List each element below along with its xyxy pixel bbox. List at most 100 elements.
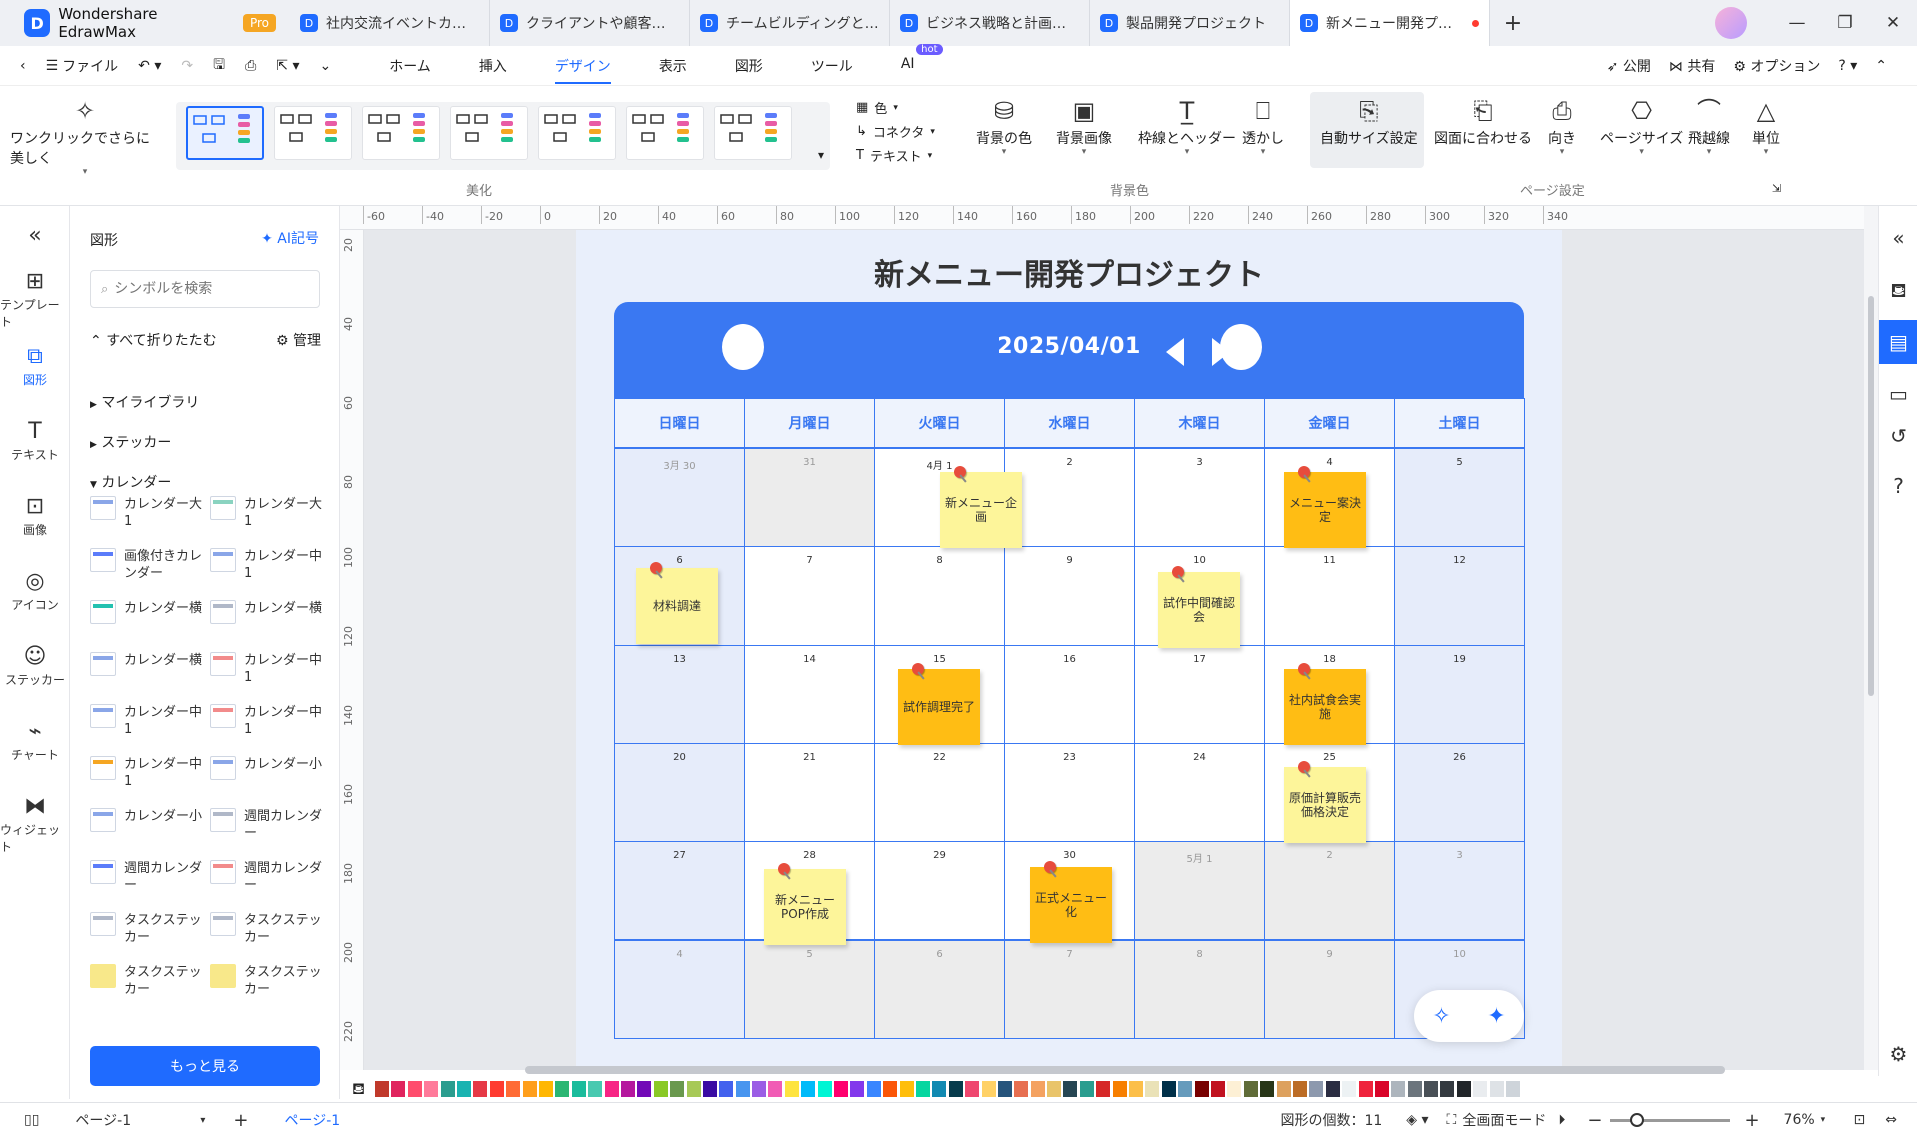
theme-thumbnail[interactable] — [714, 106, 792, 160]
new-tab-button[interactable]: + — [1490, 0, 1536, 46]
color-swatch[interactable] — [1424, 1081, 1439, 1097]
options-button[interactable]: ⚙ オプション — [1733, 56, 1820, 76]
color-swatch[interactable] — [1391, 1081, 1406, 1097]
rail-item-image[interactable]: ⊡ 画像 — [0, 493, 70, 538]
save-icon[interactable]: 🖫 — [203, 54, 235, 78]
calendar-day-cell[interactable]: 2 — [1004, 448, 1135, 548]
color-swatch[interactable] — [1358, 1081, 1373, 1097]
calendar-day-cell[interactable]: 14 — [744, 644, 875, 744]
page-tab[interactable]: ページ-1 — [285, 1110, 341, 1130]
zoom-knob[interactable] — [1630, 1112, 1645, 1127]
redo-icon[interactable]: ↷ — [171, 58, 203, 74]
symbol-search-input[interactable] — [114, 281, 295, 297]
library-header[interactable]: ▼ カレンダー — [90, 472, 171, 492]
document-tab[interactable]: D チームビルディングと人材... — [690, 0, 890, 46]
shape-item[interactable]: 週間カレンダー — [210, 808, 325, 842]
color-swatch[interactable] — [1325, 1081, 1340, 1097]
color-button[interactable]: ▦ 色 ▾ — [856, 98, 898, 117]
calendar-day-cell[interactable]: 31 — [744, 448, 875, 548]
shape-item[interactable]: カレンダー大1 — [90, 496, 205, 530]
calendar-day-cell[interactable]: 22 — [874, 742, 1005, 843]
color-swatch[interactable] — [883, 1081, 898, 1097]
shape-item[interactable]: タスクステッカー — [210, 964, 325, 998]
calendar-day-cell[interactable]: 8 — [874, 546, 1005, 646]
shape-item[interactable]: 週間カレンダー — [210, 860, 325, 894]
menu-tab[interactable]: 表示 — [659, 46, 687, 86]
manage-button[interactable]: ⚙ 管理 — [276, 330, 321, 350]
color-swatch[interactable] — [997, 1081, 1012, 1097]
color-swatch[interactable] — [1374, 1081, 1389, 1097]
color-swatch[interactable] — [1161, 1081, 1176, 1097]
fill-picker-icon[interactable]: ⛾ — [352, 1079, 365, 1100]
color-swatch[interactable] — [1473, 1081, 1488, 1097]
color-swatch[interactable] — [719, 1081, 734, 1097]
bg-color-button[interactable]: ⛁ 背景の色 ▾ — [976, 94, 1032, 157]
calendar-day-cell[interactable]: 16 — [1004, 644, 1135, 744]
expand-right-panel-icon[interactable]: « — [1879, 226, 1917, 250]
color-swatch[interactable] — [768, 1081, 783, 1097]
close-window-icon[interactable]: ✕ — [1869, 13, 1917, 33]
orientation-button[interactable]: ⎙ 向き ▾ — [1548, 94, 1576, 157]
color-swatch[interactable] — [653, 1081, 668, 1097]
document-tab[interactable]: D 社内交流イベントカレン... — [290, 0, 490, 46]
color-swatch[interactable] — [948, 1081, 963, 1097]
calendar-day-cell[interactable]: 9 — [1004, 546, 1135, 646]
color-swatch[interactable] — [637, 1081, 652, 1097]
play-icon[interactable]: ⏵ — [1558, 1112, 1565, 1128]
color-swatch[interactable] — [670, 1081, 685, 1097]
color-swatch[interactable] — [555, 1081, 570, 1097]
document-tab[interactable]: D 新メニュー開発プロジ... — [1290, 0, 1490, 46]
zoom-out-button[interactable]: − — [1587, 1110, 1602, 1131]
calendar-day-cell[interactable]: 6 — [874, 939, 1005, 1039]
color-swatch[interactable] — [1309, 1081, 1324, 1097]
theme-thumbnail[interactable] — [274, 106, 352, 160]
color-swatch[interactable] — [817, 1081, 832, 1097]
sticky-note[interactable]: 試作中間確認会 — [1158, 566, 1240, 649]
vertical-scrollbar[interactable] — [1864, 206, 1878, 1070]
menu-tab[interactable]: 図形 — [735, 46, 763, 86]
help-icon[interactable]: ? ▾ — [1838, 58, 1857, 74]
shape-item[interactable]: カレンダー中1 — [90, 704, 205, 738]
zoom-level[interactable]: 76% ▾ — [1784, 1112, 1834, 1128]
library-header[interactable]: ▶ ステッカー — [90, 432, 171, 452]
color-swatch[interactable] — [457, 1081, 472, 1097]
calendar-day-cell[interactable]: 8 — [1134, 939, 1265, 1039]
shape-item[interactable]: タスクステッカー — [90, 912, 205, 946]
color-swatch[interactable] — [932, 1081, 947, 1097]
menu-tab[interactable]: AI hot — [901, 43, 943, 86]
fit-width-icon[interactable]: ⇔ — [1885, 1112, 1897, 1128]
customize-icon[interactable]: ⌄ — [309, 58, 341, 74]
calendar-day-cell[interactable]: 9 — [1264, 939, 1395, 1039]
rail-item-chart[interactable]: ⌁ チャート — [0, 718, 70, 763]
color-swatch[interactable] — [1030, 1081, 1045, 1097]
menu-tab[interactable]: ツール — [811, 46, 853, 86]
calendar-day-cell[interactable]: 24 — [1134, 742, 1265, 843]
color-swatch[interactable] — [424, 1081, 439, 1097]
layers-icon[interactable]: ◈ ▾ — [1406, 1112, 1428, 1128]
shape-item[interactable]: 週間カレンダー — [90, 860, 205, 894]
calendar-day-cell[interactable]: 3月 30 — [614, 448, 745, 548]
color-swatch[interactable] — [850, 1081, 865, 1097]
shape-item[interactable]: タスクステッカー — [210, 912, 325, 946]
color-swatch[interactable] — [1211, 1081, 1225, 1097]
page-panel-toggle-icon[interactable]: ▯▯ — [24, 1112, 39, 1128]
publish-button[interactable]: ➶ 公開 — [1607, 56, 1651, 76]
calendar-day-cell[interactable]: 21 — [744, 742, 875, 843]
calendar-day-cell[interactable]: 3 — [1134, 448, 1265, 548]
bg-image-button[interactable]: ▣ 背景画像 ▾ — [1056, 94, 1112, 157]
sticky-note[interactable]: 社内試食会実施 — [1284, 662, 1366, 745]
calendar-day-cell[interactable]: 19 — [1394, 644, 1525, 744]
settings-gear-icon[interactable]: ⚙ — [1879, 1042, 1917, 1066]
color-swatch[interactable] — [1260, 1081, 1275, 1097]
color-swatch[interactable] — [604, 1081, 619, 1097]
sticky-note[interactable]: メニュー案決定 — [1284, 466, 1366, 548]
shape-item[interactable]: カレンダー中1 — [210, 652, 325, 686]
rail-item-shapes[interactable]: ⧉ 図形 — [0, 343, 70, 388]
sticky-note[interactable]: 原価計算販売価格決定 — [1284, 760, 1366, 843]
gallery-more-icon[interactable]: ▾ — [818, 148, 824, 162]
rail-item-icon-library[interactable]: ◎ アイコン — [0, 568, 70, 613]
calendar-day-cell[interactable]: 29 — [874, 841, 1005, 941]
color-swatch[interactable] — [538, 1081, 553, 1097]
color-swatch[interactable] — [702, 1081, 717, 1097]
color-swatch[interactable] — [571, 1081, 586, 1097]
